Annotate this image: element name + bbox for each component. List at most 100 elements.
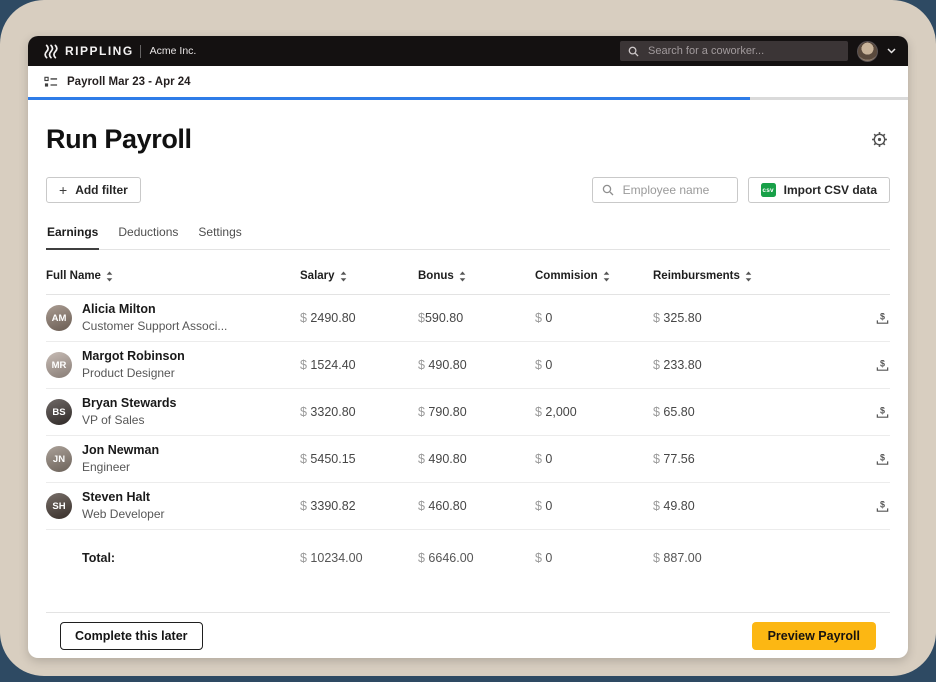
reimbursement-value: $ 49.80 [653,499,860,513]
reimbursement-value: $ 233.80 [653,358,860,372]
reimbursement-value: $ 325.80 [653,311,860,325]
total-label: Total: [82,551,115,565]
avatar: JN [46,446,72,472]
employee-name: Bryan Stewards [82,396,176,412]
sort-icon [459,271,466,282]
table-row: AM Alicia MiltonCustomer Support Associ..… [46,295,890,342]
employee-role: Web Developer [82,507,165,522]
brand-logo[interactable]: RIPPLING [44,44,134,59]
section-tabs: Earnings Deductions Settings [46,225,890,250]
payroll-period-tab[interactable]: Payroll Mar 23 - Apr 24 [28,66,908,97]
svg-text:$: $ [880,358,885,368]
complete-later-button[interactable]: Complete this later [60,622,203,650]
table-total-row: Total: $ 10234.00 $ 6646.00 $ 0 $ 887.00 [46,532,890,584]
employee-name: Steven Halt [82,490,165,506]
download-paystub-icon[interactable]: $ [875,499,890,514]
preview-payroll-button[interactable]: Preview Payroll [752,622,876,650]
table-row: MR Margot RobinsonProduct Designer $ 1524.… [46,342,890,389]
salary-value: $ 1524.40 [300,358,418,372]
employee-name: Jon Newman [82,443,159,459]
commission-value: $ 2,000 [535,405,653,419]
bonus-value: $ 490.80 [418,452,535,466]
employee-role: Customer Support Associ... [82,319,227,334]
svg-text:$: $ [880,452,885,462]
employee-cell: MR Margot RobinsonProduct Designer [46,349,300,381]
action-footer: Complete this later Preview Payroll [46,612,890,658]
column-reimbursements[interactable]: Reimbursments [653,270,752,282]
total-commission: $ 0 [535,551,653,565]
app-window: RIPPLING Acme Inc. P [28,36,908,658]
page-title: Run Payroll [46,124,192,155]
column-salary[interactable]: Salary [300,270,347,282]
table-row: SH Steven HaltWeb Developer $ 3390.82$ 460… [46,483,890,530]
table-body: AM Alicia MiltonCustomer Support Associ..… [46,295,890,530]
column-bonus[interactable]: Bonus [418,270,466,282]
total-bonus: $ 6646.00 [418,551,535,565]
bonus-value: $ 490.80 [418,358,535,372]
employee-role: VP of Sales [82,413,176,428]
tab-deductions[interactable]: Deductions [117,225,179,250]
column-commission[interactable]: Commision [535,270,610,282]
search-icon [602,184,614,196]
coworker-search[interactable] [620,41,848,61]
employee-cell: BS Bryan StewardsVP of Sales [46,396,300,428]
employee-name-input[interactable] [621,182,728,198]
brand-name: RIPPLING [65,44,134,58]
employee-name-search[interactable] [592,177,738,203]
search-icon [628,46,639,57]
bonus-value: $ 460.80 [418,499,535,513]
sort-icon [106,271,113,282]
chevron-down-icon[interactable] [887,48,896,54]
download-paystub-icon[interactable]: $ [875,452,890,467]
table-row: BSBryan StewardsVP of Sales$ 3320.80$ 79… [46,389,890,436]
sort-icon [603,271,610,282]
commission-value: $ 0 [535,452,653,466]
svg-text:$: $ [880,311,885,321]
employee-cell: JN Jon NewmanEngineer [46,443,300,475]
download-paystub-icon[interactable]: $ [875,405,890,420]
sort-icon [745,271,752,282]
salary-value: $ 5450.15 [300,452,418,466]
svg-text:$: $ [880,499,885,509]
salary-value: $ 3390.82 [300,499,418,513]
avatar: SH [46,493,72,519]
column-full-name[interactable]: Full Name [46,270,113,282]
plus-icon: + [59,183,67,197]
salary-value: $ 3320.80 [300,405,418,419]
tab-settings[interactable]: Settings [197,225,242,250]
checklist-icon [44,75,58,89]
bonus-value: $590.80 [418,311,535,325]
avatar: MR [46,352,72,378]
employee-name: Margot Robinson [82,349,185,365]
employee-role: Product Designer [82,366,185,381]
add-filter-button[interactable]: + Add filter [46,177,141,203]
reimbursement-value: $ 77.56 [653,452,860,466]
employee-role: Engineer [82,460,159,475]
payroll-period-label: Payroll Mar 23 - Apr 24 [67,76,191,88]
svg-text:$: $ [880,405,885,415]
divider [140,45,141,58]
avatar: AM [46,305,72,331]
total-reimbursement: $ 887.00 [653,551,860,565]
employee-name: Alicia Milton [82,302,227,318]
csv-icon: csv [761,183,776,197]
company-name: Acme Inc. [150,45,197,57]
main-content: Run Payroll + Add filter [28,100,908,658]
table-header: Full Name Salary Bonus Commision Reimbur… [46,250,890,295]
total-salary: $ 10234.00 [300,551,418,565]
download-paystub-icon[interactable]: $ [875,311,890,326]
download-paystub-icon[interactable]: $ [875,358,890,373]
import-csv-button[interactable]: csv Import CSV data [748,177,890,203]
tab-earnings[interactable]: Earnings [46,225,99,250]
user-avatar[interactable] [857,41,878,62]
commission-value: $ 0 [535,311,653,325]
commission-value: $ 0 [535,499,653,513]
sort-icon [340,271,347,282]
settings-gear-icon[interactable] [869,129,890,150]
avatar: BS [46,399,72,425]
coworker-search-input[interactable] [646,44,840,58]
commission-value: $ 0 [535,358,653,372]
table-row: JN Jon NewmanEngineer $ 5450.15$ 490.80$ 0… [46,436,890,483]
salary-value: $ 2490.80 [300,311,418,325]
rippling-logo-icon [44,44,58,59]
